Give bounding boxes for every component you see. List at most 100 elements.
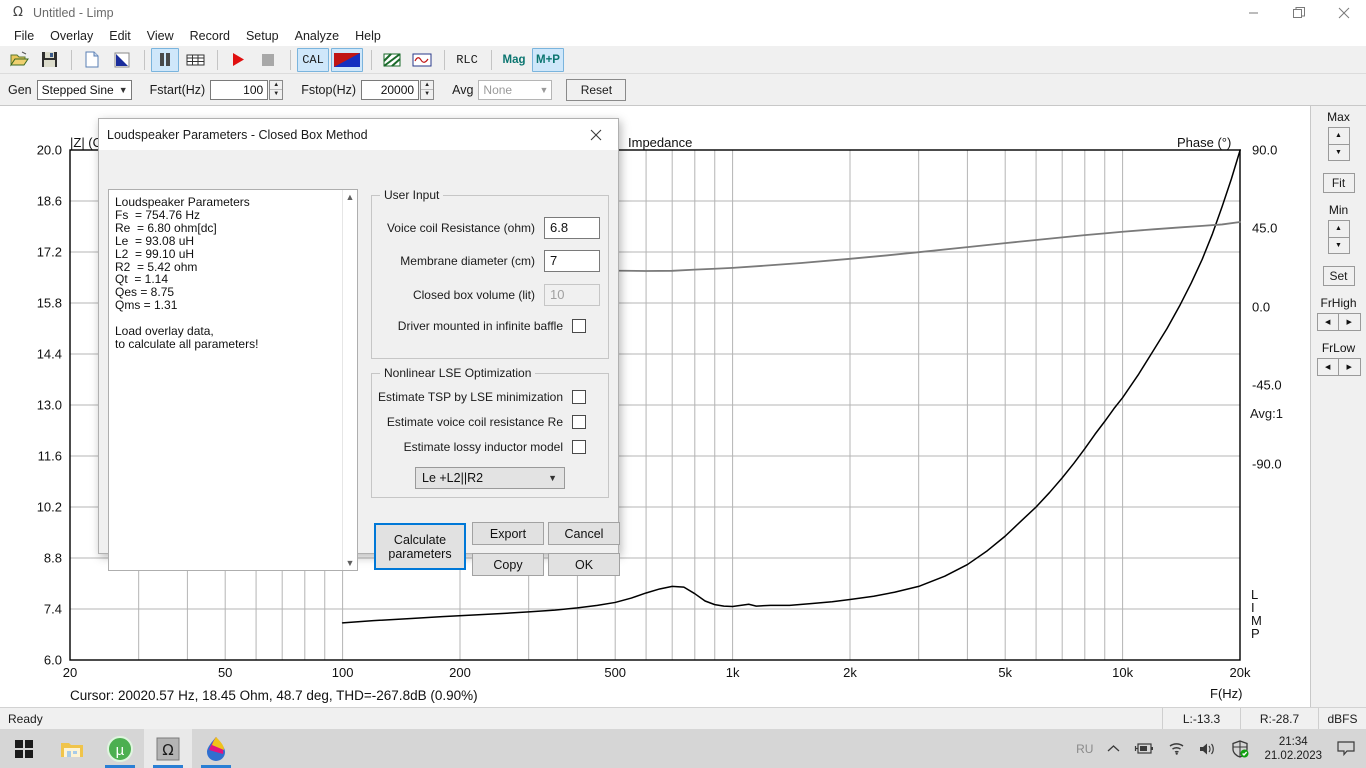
cal-icon[interactable]: CAL [297,47,329,72]
fstart-stepper[interactable]: ▲ ▼ [269,79,284,100]
avg-select[interactable]: None ▼ [478,79,553,100]
language-indicator[interactable]: RU [1069,729,1100,768]
magphase-icon[interactable]: M+P [532,47,564,72]
stepper-up-icon[interactable]: ▲ [270,81,283,90]
stepper-down-icon[interactable]: ▼ [1327,237,1350,254]
x-axis-tick: 20k [1229,665,1251,680]
chevron-down-icon: ▼ [548,473,557,483]
stepper-left-icon[interactable]: ◀ [1316,358,1339,376]
stepper-down-icon[interactable]: ▼ [270,90,282,99]
menu-analyze[interactable]: Analyze [287,27,347,45]
menu-view[interactable]: View [139,27,182,45]
menu-help[interactable]: Help [347,27,389,45]
menu-file[interactable]: File [6,27,42,45]
rlc-icon[interactable]: RLC [451,48,483,72]
window-titlebar: Ω Untitled - Limp [0,0,1366,26]
fstop-input[interactable]: 20000 [361,79,420,100]
overlay-icon[interactable] [108,48,136,72]
magphase-label: M+P [536,53,560,66]
reset-button[interactable]: Reset [566,78,627,101]
wifi-icon[interactable] [1161,729,1192,768]
stepper-up-icon[interactable]: ▲ [421,81,434,90]
generator-type-select[interactable]: Stepped Sine ▼ [36,79,132,100]
stepper-right-icon[interactable]: ▶ [1339,313,1361,331]
user-input-group: User Input Voice coil Resistance (ohm) 6… [371,188,609,359]
y-axis-tick-right: -90.0 [1252,456,1282,472]
waveform-icon[interactable] [408,48,436,72]
frlow-stepper[interactable]: ◀ ▶ [1316,358,1361,376]
ok-button[interactable]: OK [548,553,620,576]
estimate-inductor-checkbox[interactable] [572,440,586,454]
membrane-diameter-input[interactable]: 7 [544,250,600,272]
estimate-tsp-checkbox[interactable] [572,390,586,404]
scroll-down-icon[interactable]: ▼ [346,558,355,568]
cursor-readout: Cursor: 20020.57 Hz, 18.45 Ohm, 48.7 deg… [70,688,478,703]
play-icon[interactable] [224,48,252,72]
parameters-listbox[interactable]: Loudspeaker Parameters Fs = 754.76 Hz Re… [108,189,358,571]
menu-setup[interactable]: Setup [238,27,287,45]
file-explorer-button[interactable] [48,729,96,768]
status-bar: Ready L:-13.3 R:-28.7 dBFS [0,707,1366,730]
closed-box-volume-input[interactable]: 10 [544,284,600,306]
colorbar-icon[interactable] [331,47,363,72]
open-icon[interactable] [5,48,33,72]
svg-text:Ω: Ω [162,741,173,759]
stepper-up-icon[interactable]: ▲ [1327,127,1350,145]
stepper-down-icon[interactable]: ▼ [1327,144,1350,161]
hatched-icon[interactable] [378,48,406,72]
minimize-button[interactable] [1231,0,1276,26]
start-button[interactable] [0,729,48,768]
min-stepper[interactable]: ▲ ▼ [1327,220,1350,254]
x-axis-tick: 20 [62,665,78,680]
y-axis-tick-left: 8.8 [43,550,62,566]
scroll-up-icon[interactable]: ▲ [346,192,355,202]
calculate-parameters-button[interactable]: Calculate parameters [374,523,466,570]
close-button[interactable] [1321,0,1366,26]
stepper-down-icon[interactable]: ▼ [421,90,433,99]
inductor-model-select[interactable]: Le +L2||R2 ▼ [415,467,565,489]
clock[interactable]: 21:34 21.02.2023 [1256,729,1330,768]
y-axis-tick-right: 90.0 [1252,142,1278,158]
frhigh-stepper[interactable]: ◀ ▶ [1316,313,1361,331]
max-stepper[interactable]: ▲ ▼ [1327,127,1350,161]
volume-icon[interactable] [1192,729,1224,768]
menu-edit[interactable]: Edit [101,27,139,45]
stop-icon[interactable] [254,48,282,72]
loudspeaker-parameters-dialog[interactable]: Loudspeaker Parameters - Closed Box Meth… [98,118,620,576]
fstart-input[interactable]: 100 [210,79,269,100]
voice-coil-input[interactable]: 6.8 [544,217,600,239]
chevron-up-icon[interactable] [1100,729,1127,768]
max-label: Max [1327,110,1350,124]
table-icon[interactable] [181,48,209,72]
set-button[interactable]: Set [1322,266,1355,286]
stepper-right-icon[interactable]: ▶ [1339,358,1361,376]
paint-net-button[interactable] [192,729,240,768]
stepper-left-icon[interactable]: ◀ [1316,313,1339,331]
stepper-up-icon[interactable]: ▲ [1327,220,1350,238]
infinite-baffle-checkbox[interactable] [572,319,586,333]
copy-button[interactable]: Copy [472,553,544,576]
pause-icon[interactable] [151,47,179,72]
maximize-button[interactable] [1276,0,1321,26]
fstop-stepper[interactable]: ▲ ▼ [420,79,435,100]
parameters-scrollbar[interactable]: ▲ ▼ [342,190,357,570]
battery-icon[interactable] [1127,729,1161,768]
estimate-re-checkbox[interactable] [572,415,586,429]
limp-button[interactable]: Ω [144,729,192,768]
save-icon[interactable] [35,48,63,72]
mag-icon[interactable]: Mag [498,48,530,72]
cancel-button[interactable]: Cancel [548,522,620,545]
new-file-icon[interactable] [78,48,106,72]
avg-label: Avg [452,82,474,97]
notifications-icon[interactable] [1330,729,1362,768]
utorrent-button[interactable]: µ [96,729,144,768]
user-input-legend: User Input [380,188,444,202]
menu-overlay[interactable]: Overlay [42,27,101,45]
clock-time: 21:34 [1278,735,1308,748]
dialog-close-button[interactable] [574,119,618,150]
fit-button[interactable]: Fit [1322,173,1355,193]
menu-record[interactable]: Record [182,27,238,45]
export-button[interactable]: Export [472,522,544,545]
security-shield-icon[interactable] [1224,729,1256,768]
estimate-re-label: Estimate voice coil resistance Re [386,415,563,429]
